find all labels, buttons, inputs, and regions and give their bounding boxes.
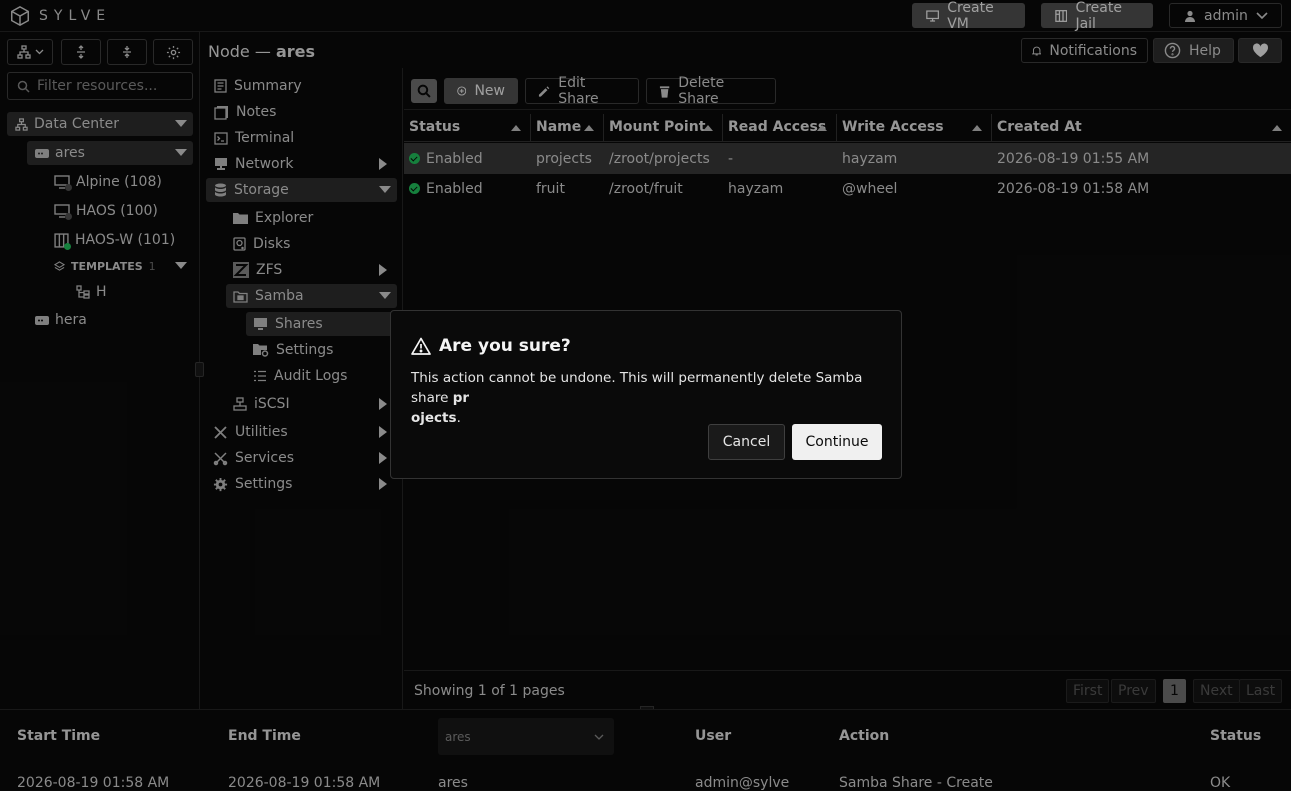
share-name-part: ojects (411, 410, 457, 426)
dialog-title: Are you sure? (439, 336, 571, 356)
confirm-delete-dialog: Are you sure? This action cannot be undo… (390, 310, 902, 479)
dialog-message-text: This action cannot be undone. This will … (411, 370, 863, 406)
dialog-message: This action cannot be undone. This will … (411, 368, 881, 428)
dialog-message-end: . (456, 410, 461, 426)
warning-icon (411, 337, 431, 355)
cancel-button[interactable]: Cancel (708, 424, 785, 460)
share-name-part: pr (452, 390, 470, 406)
continue-button[interactable]: Continue (792, 424, 882, 460)
